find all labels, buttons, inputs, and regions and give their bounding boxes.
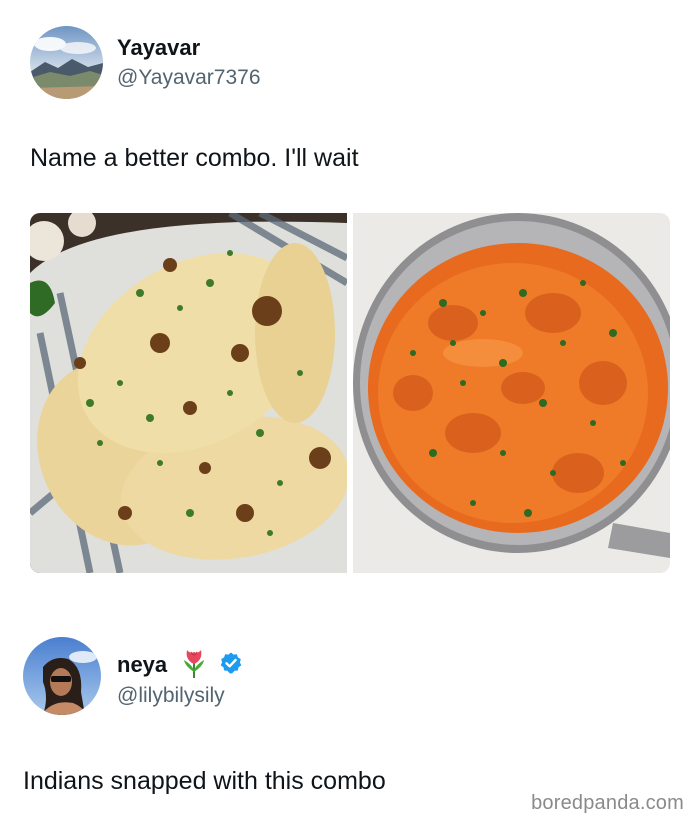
butter-chicken-curry-photo-icon bbox=[353, 213, 670, 573]
avatar-neya[interactable] bbox=[23, 637, 101, 715]
display-name[interactable]: neya bbox=[117, 648, 243, 684]
display-name-text[interactable]: neya bbox=[117, 652, 167, 677]
display-name[interactable]: Yayavar bbox=[117, 35, 200, 61]
watermark: boredpanda.com bbox=[531, 792, 684, 814]
tulip-icon bbox=[181, 648, 207, 684]
avatar-yayavar[interactable] bbox=[30, 26, 103, 99]
naan-bread-photo-icon bbox=[30, 213, 347, 573]
user-handle[interactable]: @lilybilysily bbox=[117, 683, 225, 709]
user-handle[interactable]: @Yayavar7376 bbox=[117, 65, 261, 91]
mountain-landscape-avatar-icon bbox=[30, 26, 103, 99]
tweet-text: Name a better combo. I'll wait bbox=[30, 144, 359, 172]
tweet-original: Yayavar @Yayavar7376 Name a better combo… bbox=[0, 0, 700, 600]
tweet-image-left[interactable] bbox=[30, 213, 347, 573]
tweet-text: Indians snapped with this combo bbox=[23, 767, 386, 795]
tweet-image-right[interactable] bbox=[353, 213, 670, 573]
verified-badge-icon[interactable] bbox=[219, 651, 243, 681]
woman-profile-avatar-icon bbox=[23, 637, 101, 715]
